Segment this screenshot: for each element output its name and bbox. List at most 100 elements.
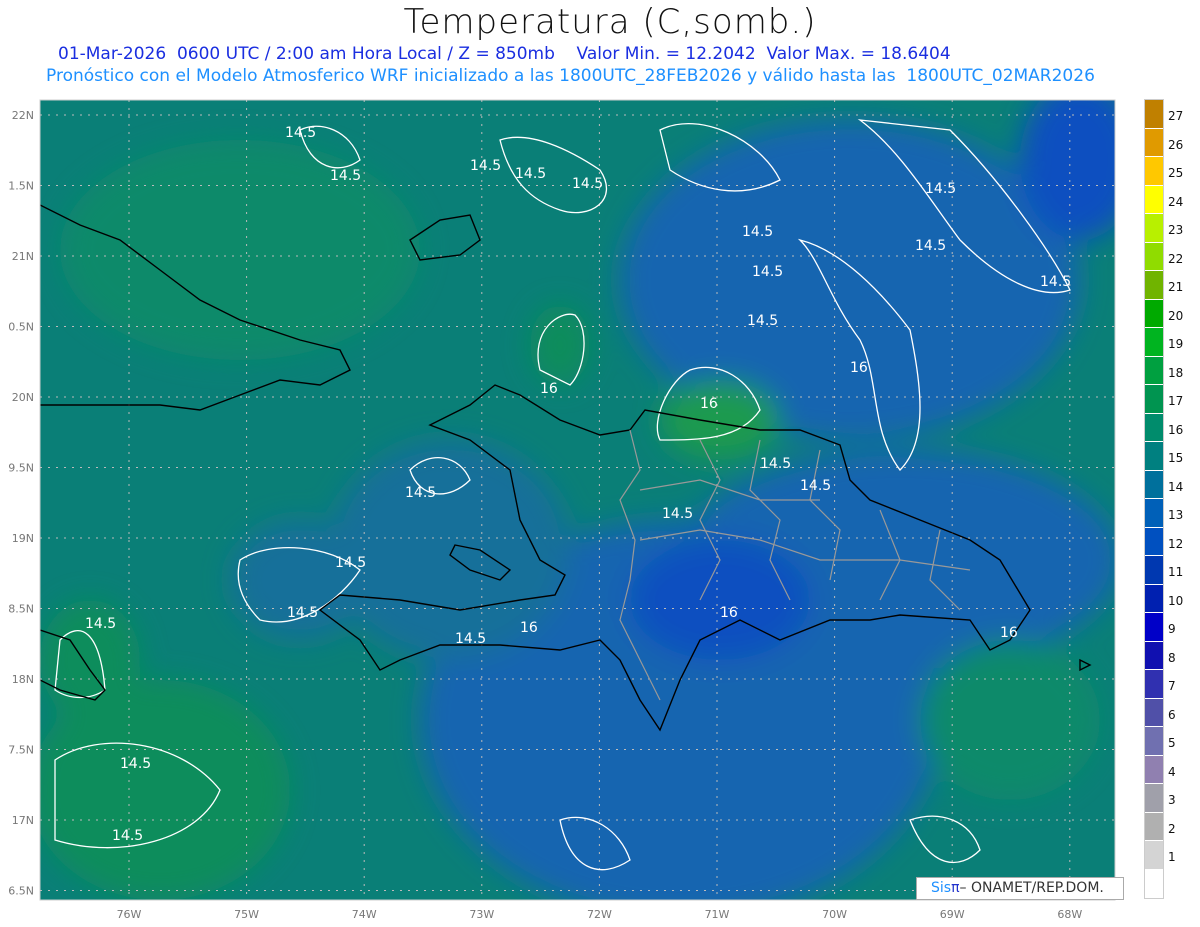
colorbar-label: 11 [1168, 565, 1184, 579]
colorbar-swatch [1145, 128, 1163, 157]
contour-label: 16 [700, 396, 718, 412]
lat-label: 7.5N [8, 744, 34, 757]
lat-label: 9.5N [8, 462, 34, 475]
colorbar-swatch [1145, 385, 1163, 414]
colorbar-swatch [1145, 613, 1163, 642]
colorbar-label: 15 [1168, 451, 1184, 465]
colorbar-label: 5 [1168, 736, 1176, 750]
colorbar-label: 20 [1168, 308, 1184, 323]
lon-label: 71W [705, 908, 730, 921]
colorbar-swatch [1145, 242, 1163, 271]
lat-label: 6.5N [8, 885, 34, 898]
colorbar-label: 16 [1168, 422, 1184, 437]
contour-label: 14.5 [925, 181, 956, 197]
contour-label: 14.5 [760, 456, 791, 472]
contour-label: 14.5 [752, 264, 783, 280]
colorbar-swatch [1145, 157, 1163, 186]
colorbar-swatch [1145, 812, 1163, 841]
colorbar-label: 2 [1168, 821, 1176, 836]
colorbar-label: 9 [1168, 622, 1176, 636]
colorbar-label: 23 [1168, 223, 1184, 237]
lat-label: 0.5N [8, 321, 34, 334]
lat-label: 18N [12, 673, 34, 686]
colorbar-label: 26 [1168, 137, 1184, 152]
colorbar-swatch [1145, 670, 1163, 699]
lon-label: 70W [822, 908, 847, 921]
colorbar-label: 10 [1168, 593, 1184, 608]
colorbar-swatch [1145, 698, 1163, 727]
colorbar-swatch [1145, 784, 1163, 813]
contour-label: 14.5 [455, 631, 486, 647]
colorbar-label: 1 [1168, 850, 1176, 864]
colorbar-label: 21 [1168, 280, 1184, 294]
colorbar-swatch [1145, 185, 1163, 214]
contour-label: 14.5 [742, 224, 773, 240]
lat-label: 8.5N [8, 603, 34, 616]
lon-label: 72W [587, 908, 612, 921]
contour-label: 14.5 [915, 238, 946, 254]
colorbar-label: 13 [1168, 508, 1184, 522]
colorbar-label: 12 [1168, 536, 1184, 551]
lat-label: 22N [12, 109, 34, 122]
lon-label: 76W [117, 908, 142, 921]
lon-label: 68W [1057, 908, 1082, 921]
contour-label: 14.5 [120, 756, 151, 772]
colorbar-label: 3 [1168, 793, 1176, 807]
credit-logo: Sisπ– ONAMET/REP.DOM. [916, 877, 1124, 900]
colorbar-swatch [1145, 755, 1163, 784]
colorbar-label: 18 [1168, 365, 1184, 380]
contour-label: 14.5 [85, 616, 116, 632]
colorbar-label: 6 [1168, 707, 1176, 722]
credit-sis: Sis [931, 880, 952, 896]
contour-label: 14.5 [405, 485, 436, 501]
colorbar-label: 14 [1168, 479, 1184, 494]
contour-label: 16 [1000, 625, 1018, 641]
colorbar-swatch [1145, 499, 1163, 528]
contour-label: 16 [720, 605, 738, 621]
colorbar-swatch [1145, 442, 1163, 471]
colorbar-label: 22 [1168, 251, 1184, 266]
contour-label: 14.5 [112, 828, 143, 844]
colorbar-swatch [1145, 841, 1163, 870]
lat-label: 21N [12, 250, 34, 263]
contour-label: 14.5 [335, 555, 366, 571]
contour-label: 14.5 [800, 478, 831, 494]
contour-label: 14.5 [470, 158, 501, 174]
temperature-map: 14.5 14.5 14.5 14.5 14.5 14.5 14.5 14.5 14.5 14.5… [8, 99, 1116, 921]
lon-label: 73W [469, 908, 494, 921]
contour-label: 14.5 [662, 506, 693, 522]
lon-label: 69W [940, 908, 965, 921]
colorbar-swatch [1145, 470, 1163, 499]
contour-label: 14.5 [515, 166, 546, 182]
colorbar-label: 19 [1168, 337, 1184, 351]
colorbar-swatch [1145, 556, 1163, 585]
colorbar [1144, 99, 1164, 899]
shaded-field: 14.5 14.5 14.5 14.5 14.5 14.5 14.5 14.5 14.5 14.5… [40, 100, 1115, 900]
colorbar-swatch [1145, 584, 1163, 613]
lat-label: 1.5N [8, 180, 34, 193]
lon-label: 74W [352, 908, 377, 921]
colorbar-label: 8 [1168, 650, 1176, 665]
contour-label: 14.5 [287, 605, 318, 621]
contour-label: 14.5 [330, 168, 361, 184]
colorbar-swatch [1145, 271, 1163, 300]
colorbar-label: 17 [1168, 394, 1184, 408]
colorbar-swatch [1145, 299, 1163, 328]
lat-label: 17N [12, 814, 34, 827]
contour-label: 16 [540, 381, 558, 397]
lat-label: 20N [12, 391, 34, 404]
contour-label: 16 [520, 620, 538, 636]
colorbar-label: 4 [1168, 764, 1176, 779]
contour-label: 14.5 [1040, 274, 1071, 290]
colorbar-swatch [1145, 356, 1163, 385]
contour-label: 14.5 [285, 125, 316, 141]
colorbar-swatch [1145, 214, 1163, 243]
colorbar-swatch [1145, 328, 1163, 357]
colorbar-label: 27 [1168, 109, 1184, 123]
colorbar-swatch [1145, 100, 1163, 129]
credit-pi: π [951, 880, 960, 896]
contour-label: 14.5 [572, 176, 603, 192]
colorbar-label: 25 [1168, 166, 1184, 180]
lat-label: 19N [12, 532, 34, 545]
contour-label: 14.5 [747, 313, 778, 329]
